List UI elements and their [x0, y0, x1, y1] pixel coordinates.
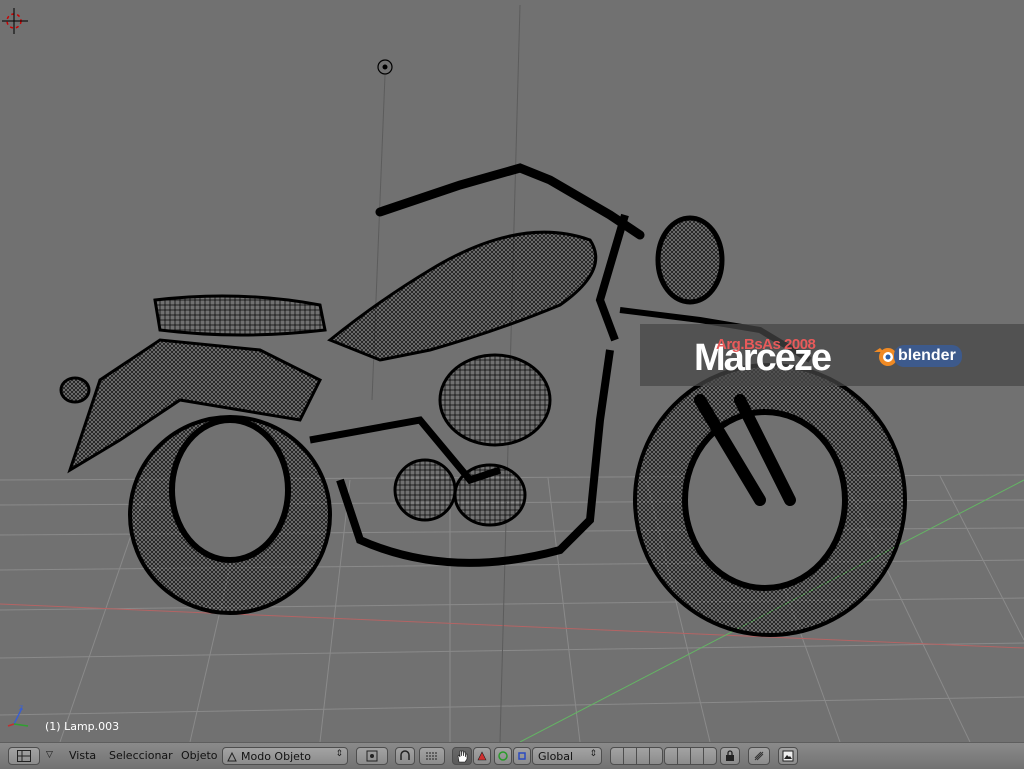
- scale-button[interactable]: [513, 747, 531, 765]
- grid-icon: [426, 752, 438, 760]
- layer-button[interactable]: [623, 747, 637, 765]
- 3d-viewport[interactable]: Marceze Arg.BsAs 2008 blender z (1) Lamp…: [0, 0, 1024, 742]
- image-icon: [782, 750, 794, 762]
- pivot-button[interactable]: [356, 747, 388, 765]
- viewport-header: ▽ Vista Seleccionar Objeto Modo Objeto ⇕: [0, 742, 1024, 769]
- pivot-icon: [366, 750, 378, 762]
- rotate-icon: [498, 751, 508, 761]
- scale-icon: [518, 752, 526, 760]
- snap-grid-button[interactable]: [419, 747, 445, 765]
- editor-type-icon: [17, 750, 31, 762]
- object-mode-icon: [227, 751, 237, 762]
- svg-text:z: z: [19, 703, 23, 712]
- layer-buttons-group-1[interactable]: [610, 747, 663, 765]
- layer-button[interactable]: [664, 747, 678, 765]
- manipulator-toggle[interactable]: [452, 747, 472, 765]
- layer-button[interactable]: [636, 747, 650, 765]
- translate-icon: [477, 751, 487, 761]
- mode-select-value: Modo Objeto: [241, 749, 311, 763]
- layer-button[interactable]: [677, 747, 691, 765]
- chevron-down-icon: ⇕: [589, 749, 597, 759]
- motorcycle-wireframe[interactable]: [59, 163, 907, 637]
- menu-object[interactable]: Objeto: [181, 749, 218, 762]
- 3d-cursor-icon[interactable]: [2, 8, 30, 36]
- layer-button[interactable]: [690, 747, 704, 765]
- layer-button[interactable]: [703, 747, 717, 765]
- x-axis-line: [0, 603, 1024, 649]
- blender-logo-text: blender: [894, 345, 962, 367]
- layer-button[interactable]: [610, 747, 624, 765]
- blender-logo: blender: [874, 343, 962, 369]
- render-icon: [754, 751, 764, 761]
- lock-layers-button[interactable]: [720, 747, 740, 765]
- hand-icon: [457, 750, 468, 762]
- active-object-label: (1) Lamp.003: [45, 720, 120, 733]
- orientation-select-value: Global: [538, 749, 574, 763]
- watermark-subtitle: Arg.BsAs 2008: [716, 336, 816, 353]
- translate-button[interactable]: [473, 747, 491, 765]
- mode-select[interactable]: Modo Objeto ⇕: [222, 747, 348, 765]
- menu-view[interactable]: Vista: [69, 749, 96, 762]
- render-image-button[interactable]: [778, 747, 798, 765]
- header-collapse-icon[interactable]: ▽: [46, 750, 53, 760]
- layer-button[interactable]: [649, 747, 663, 765]
- render-button[interactable]: [748, 747, 770, 765]
- menu-select[interactable]: Seleccionar: [109, 749, 173, 762]
- lamp-icon[interactable]: [375, 57, 395, 77]
- chevron-down-icon: ⇕: [335, 749, 343, 759]
- lock-icon: [726, 750, 734, 761]
- orientation-select[interactable]: Global ⇕: [532, 747, 602, 765]
- layer-buttons-group-2[interactable]: [664, 747, 717, 765]
- editor-type-button[interactable]: [8, 747, 40, 765]
- axis-icon: z: [7, 703, 29, 727]
- snap-icon: [400, 750, 410, 760]
- proportional-edit-button[interactable]: [395, 747, 415, 765]
- rotate-button[interactable]: [494, 747, 512, 765]
